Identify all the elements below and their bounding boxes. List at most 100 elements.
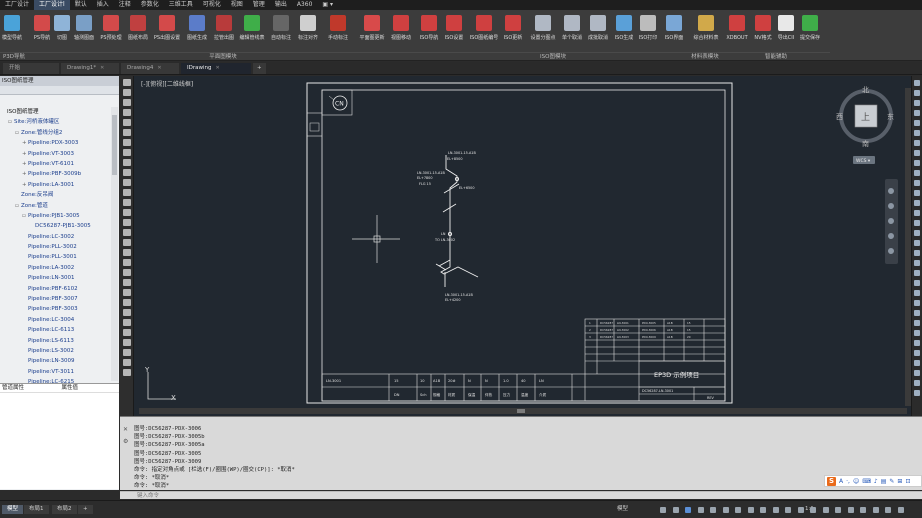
ribbon-button-8[interactable]: 拉管出图: [210, 12, 238, 50]
command-window[interactable]: ✕ ⚙ 图号:DC56287-PDX-3006 图号:DC56287-PDX-30…: [120, 416, 922, 490]
tree-node[interactable]: DC56287-PJB1-3005: [0, 221, 111, 231]
tool-icon[interactable]: [914, 380, 920, 386]
tree-node[interactable]: Zone:反吊阀: [0, 190, 111, 200]
tool-icon[interactable]: [914, 110, 920, 116]
tree-scrollbar[interactable]: [111, 107, 118, 381]
menu-item-2[interactable]: 默认: [70, 0, 92, 10]
status-toggle-icon[interactable]: [872, 507, 879, 513]
tool-icon[interactable]: [914, 320, 920, 326]
tool-icon[interactable]: [123, 119, 131, 126]
compass-west[interactable]: 西: [836, 113, 843, 121]
status-toggle-icon[interactable]: [810, 507, 816, 513]
menu-item-8[interactable]: 视图: [226, 0, 248, 10]
tool-icon[interactable]: [914, 180, 920, 186]
ime-icon[interactable]: ☺: [853, 478, 859, 485]
tool-icon[interactable]: [123, 149, 131, 156]
menu-item-11[interactable]: A360: [292, 0, 318, 10]
tool-icon[interactable]: [123, 309, 131, 316]
file-tab-0[interactable]: 开始: [3, 63, 59, 74]
tool-icon[interactable]: [914, 140, 920, 146]
tool-icon[interactable]: [914, 130, 920, 136]
tree-node[interactable]: Pipeline:LC-3002: [0, 232, 111, 242]
tool-icon[interactable]: [123, 79, 131, 86]
tree-node[interactable]: Pipeline:LA-3002: [0, 263, 111, 273]
tool-icon[interactable]: [123, 279, 131, 286]
tool-icon[interactable]: [914, 310, 920, 316]
tool-icon[interactable]: [123, 339, 131, 346]
status-toggle-icon[interactable]: [697, 507, 704, 513]
tree-node[interactable]: +Pipeline:LA-3001: [0, 180, 111, 190]
ribbon-button-19[interactable]: 设置分图点: [529, 12, 557, 50]
compass-north[interactable]: 北: [862, 86, 869, 94]
tool-icon[interactable]: [914, 300, 920, 306]
tool-icon[interactable]: [914, 170, 920, 176]
menu-item-1[interactable]: 工厂设计l: [34, 0, 70, 10]
status-toggle-icon[interactable]: [897, 507, 904, 513]
menu-item-9[interactable]: 管理: [248, 0, 270, 10]
ribbon-button-15[interactable]: ISO导航: [415, 12, 443, 50]
tree-node[interactable]: ▫ Site:河桥液体罐区: [0, 117, 111, 127]
ime-icon[interactable]: ✎: [889, 478, 894, 485]
ribbon-button-9[interactable]: 编辑管线表: [238, 12, 266, 50]
tool-icon[interactable]: [914, 80, 920, 86]
add-layout-button[interactable]: +: [78, 505, 93, 514]
tree-node[interactable]: Pipeline:PLL-3001: [0, 252, 111, 262]
tool-icon[interactable]: [123, 269, 131, 276]
layout-tab-1[interactable]: 布局1: [24, 505, 49, 514]
model-space-indicator[interactable]: 模型: [612, 505, 633, 514]
tool-icon[interactable]: [123, 99, 131, 106]
tool-icon[interactable]: [123, 329, 131, 336]
new-tab-button[interactable]: +: [253, 63, 266, 74]
tree-node[interactable]: Pipeline:PLL-3002: [0, 242, 111, 252]
ribbon-button-14[interactable]: 视图移动: [387, 12, 415, 50]
status-toggle-icon[interactable]: [722, 507, 729, 513]
tree-node[interactable]: +Pipeline:VT-6101: [0, 159, 111, 169]
tool-icon[interactable]: [914, 330, 920, 336]
ime-icon[interactable]: ⊞: [897, 478, 902, 485]
tool-icon[interactable]: [123, 249, 131, 256]
tool-icon[interactable]: [914, 210, 920, 216]
tool-icon[interactable]: [123, 129, 131, 136]
tool-icon[interactable]: [123, 209, 131, 216]
ribbon-button-29[interactable]: 提交保存: [796, 12, 824, 50]
tool-icon[interactable]: [914, 350, 920, 356]
tree-node[interactable]: Pipeline:VT-3011: [0, 367, 111, 377]
tool-icon[interactable]: [914, 250, 920, 256]
tool-icon[interactable]: [914, 260, 920, 266]
status-toggle-icon[interactable]: [847, 507, 854, 513]
tree-node[interactable]: Pipeline:LC-6113: [0, 325, 111, 335]
menu-item-3[interactable]: 插入: [92, 0, 114, 10]
tree-node[interactable]: Pipeline:LN-3001: [0, 273, 111, 283]
tool-icon[interactable]: [123, 199, 131, 206]
tool-icon[interactable]: [914, 190, 920, 196]
ime-icon[interactable]: ⊡: [905, 478, 910, 485]
viewcube[interactable]: 上 北 南 西 东 WCS ▾: [836, 86, 894, 164]
tool-icon[interactable]: [123, 219, 131, 226]
status-toggle-icon[interactable]: [747, 507, 754, 513]
tool-icon[interactable]: [123, 239, 131, 246]
tool-icon[interactable]: [914, 230, 920, 236]
menu-item-6[interactable]: 三维工具: [164, 0, 198, 10]
ribbon-button-11[interactable]: 标注对齐: [294, 12, 322, 50]
status-toggle-icon[interactable]: [772, 507, 779, 513]
ribbon-button-4[interactable]: PS预处理: [97, 12, 125, 50]
tree-node[interactable]: Pipeline:PBF-3003: [0, 304, 111, 314]
tool-icon[interactable]: [123, 139, 131, 146]
menu-item-12[interactable]: ▣ ▾: [317, 0, 338, 10]
tree-node[interactable]: +Pipeline:VT-3003: [0, 149, 111, 159]
tree-node[interactable]: +Pipeline:PDX-3003: [0, 138, 111, 148]
close-tab-icon[interactable]: ✕: [216, 63, 220, 74]
tree-node[interactable]: Pipeline:LS-3002: [0, 346, 111, 356]
compass-east[interactable]: 东: [887, 112, 894, 121]
status-toggle-icon[interactable]: [660, 507, 666, 513]
ribbon-button-26[interactable]: XDBOUT: [723, 12, 751, 50]
menu-item-10[interactable]: 输出: [270, 0, 292, 10]
ribbon-button-13[interactable]: 平面图更新: [358, 12, 386, 50]
tree-node[interactable]: Pipeline:PBF-3007: [0, 294, 111, 304]
menu-item-0[interactable]: 工厂设计: [0, 0, 34, 10]
tree-node[interactable]: Pipeline:LS-6113: [0, 336, 111, 346]
ribbon-button-25[interactable]: 综合材料表: [692, 12, 720, 50]
status-toggle-icon[interactable]: [672, 507, 679, 513]
tool-icon[interactable]: [914, 270, 920, 276]
menu-item-7[interactable]: 可视化: [198, 0, 226, 10]
